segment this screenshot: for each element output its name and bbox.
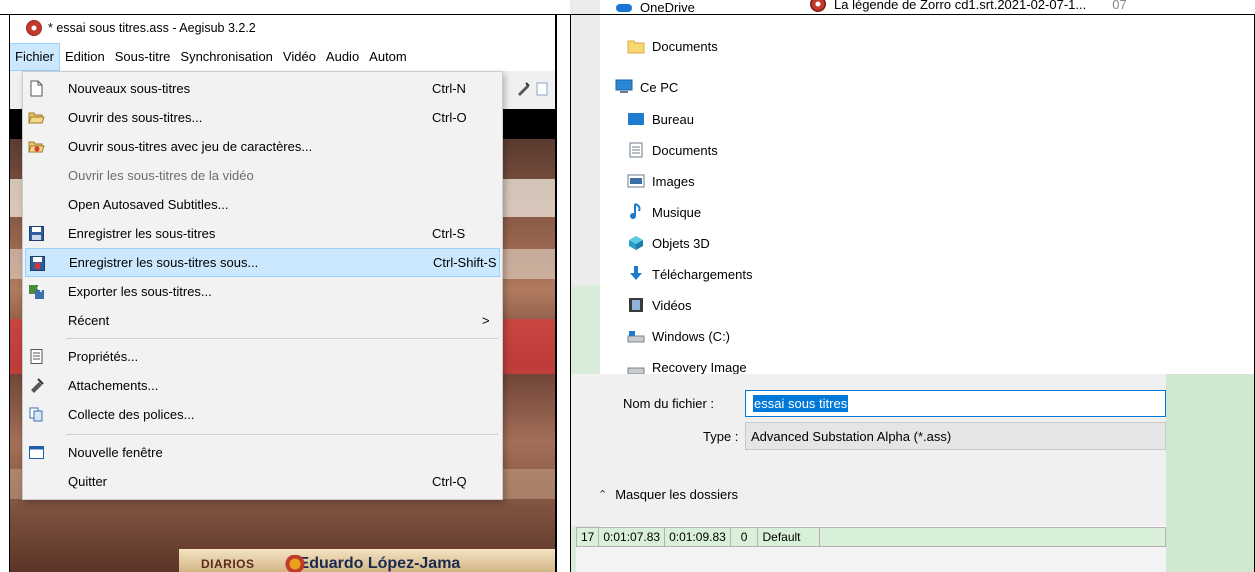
menu-item-enregistrer[interactable]: Enregistrer les sous-titres Ctrl-S: [25, 219, 500, 248]
grid-cell-number: 17: [577, 528, 600, 546]
open-folder-icon: [28, 112, 45, 124]
menu-fichier[interactable]: Fichier: [9, 43, 61, 71]
file-name: La légende de Zorro cd1.srt.2021-02-07-1…: [834, 0, 1087, 12]
fonts-collector-icon: [29, 407, 43, 422]
filename-label: Nom du fichier :: [623, 396, 715, 411]
hide-folders-toggle[interactable]: ⌃ Masquer les dossiers: [598, 487, 738, 502]
file-menu-dropdown: Nouveaux sous-titres Ctrl-N Ouvrir des s…: [22, 71, 503, 500]
cloud-icon: [616, 4, 632, 12]
attachment-icon: [31, 378, 44, 393]
save-as-icon: [30, 256, 45, 271]
aegisub-screenshot: * essai sous titres.ass - Aegisub 3.2.2 …: [0, 0, 555, 572]
save-dialog-screenshot: OneDrive Documents Ce PC Bureau Document…: [570, 0, 1255, 572]
filename-value: essai sous titres: [753, 395, 849, 412]
computer-icon: [615, 79, 633, 93]
menu-item-proprietes[interactable]: Propriétés...: [25, 342, 500, 371]
menu-edition[interactable]: Edition: [60, 43, 110, 71]
menu-item-nouvelle-fenetre[interactable]: Nouvelle fenêtre: [25, 438, 500, 467]
file-date: 07: [1112, 0, 1127, 12]
chevron-up-icon: ⌃: [598, 489, 608, 501]
window-title: * essai sous titres.ass - Aegisub 3.2.2: [48, 21, 256, 35]
grid-cell-end: 0:01:09.83: [665, 528, 731, 546]
menu-item-recent[interactable]: Récent >: [25, 306, 500, 335]
file-type-select[interactable]: Advanced Substation Alpha (*.ass): [745, 422, 1166, 450]
menubar: Fichier Edition Sous-titre Synchronisati…: [9, 43, 555, 71]
nav-item-objets-3d[interactable]: Objets 3D: [600, 228, 786, 258]
nav-item-onedrive[interactable]: OneDrive: [600, 0, 786, 22]
menu-synchronisation[interactable]: Synchronisation: [175, 43, 278, 71]
menu-audio[interactable]: Audio: [321, 43, 364, 71]
menu-sous-titre[interactable]: Sous-titre: [110, 43, 176, 71]
menu-separator: [66, 434, 498, 435]
menu-item-attachements[interactable]: Attachements...: [25, 371, 500, 400]
nav-item-videos[interactable]: Vidéos: [600, 290, 786, 320]
folder-icon: [627, 40, 645, 54]
banner-name: Eduardo López-Jama: [298, 555, 461, 572]
nav-item-recovery-image[interactable]: Recovery Image: [600, 352, 786, 374]
type-label: Type :: [703, 429, 739, 444]
save-icon: [29, 226, 44, 241]
nav-item-telechargements[interactable]: Téléchargements: [600, 259, 786, 289]
banner-brand: DIARIOS: [201, 557, 255, 571]
nav-item-ce-pc[interactable]: Ce PC: [600, 72, 786, 102]
aegisub-file-icon: [810, 0, 826, 12]
new-window-icon: [29, 446, 44, 459]
properties-icon: [30, 349, 43, 364]
menu-automatisation[interactable]: Autom: [364, 43, 412, 71]
filename-input[interactable]: essai sous titres: [745, 390, 1166, 417]
menu-separator: [66, 338, 498, 339]
grid-cell-style: Default: [758, 528, 821, 546]
menu-video[interactable]: Vidéo: [278, 43, 321, 71]
grid-cell-start: 0:01:07.83: [599, 528, 666, 546]
nav-item-documents[interactable]: Documents: [600, 135, 786, 165]
open-charset-icon: [28, 141, 45, 153]
menu-item-nouveaux-sous-titres[interactable]: Nouveaux sous-titres Ctrl-N: [25, 74, 500, 103]
documents-icon: [629, 142, 643, 158]
objects-3d-icon: [629, 236, 643, 250]
videos-icon: [629, 298, 643, 312]
grid-cell-layer: 0: [731, 528, 759, 546]
download-icon: [630, 266, 642, 280]
save-dialog-bottom-panel: Nom du fichier : essai sous titres Type …: [570, 374, 1166, 526]
nav-item-documents-onedrive[interactable]: Documents: [600, 31, 786, 61]
drive-icon: [627, 331, 645, 343]
submenu-arrow-icon: >: [482, 313, 490, 328]
file-type-value: Advanced Substation Alpha (*.ass): [751, 428, 952, 444]
menu-item-exporter[interactable]: Exporter les sous-titres...: [25, 277, 500, 306]
hide-folders-label: Masquer les dossiers: [615, 487, 739, 502]
nav-item-bureau[interactable]: Bureau: [600, 104, 786, 134]
menu-item-enregistrer-sous[interactable]: Enregistrer les sous-titres sous... Ctrl…: [25, 248, 500, 277]
images-icon: [627, 174, 645, 188]
toolbar-partial-icon[interactable]: [535, 81, 551, 97]
nav-item-musique[interactable]: Musique: [600, 197, 786, 227]
nav-item-images[interactable]: Images: [600, 166, 786, 196]
nav-item-windows-c[interactable]: Windows (C:): [600, 321, 786, 351]
attachment-icon[interactable]: [515, 81, 531, 97]
music-icon: [630, 203, 641, 219]
banner-logo-icon: [284, 555, 306, 572]
menu-item-quitter[interactable]: Quitter Ctrl-Q: [25, 467, 500, 496]
drive-icon: [627, 367, 645, 374]
file-list: La légende de Zorro cd1.srt.2021-02-07-1…: [786, 0, 1255, 374]
menu-item-ouvrir-avec-charset[interactable]: Ouvrir sous-titres avec jeu de caractère…: [25, 132, 500, 161]
aegisub-app-icon: [26, 20, 42, 36]
navigation-pane: OneDrive Documents Ce PC Bureau Document…: [600, 0, 786, 374]
menu-item-collecte-polices[interactable]: Collecte des polices...: [25, 400, 500, 429]
menu-item-open-autosaved[interactable]: Open Autosaved Subtitles...: [25, 190, 500, 219]
aegisub-titlebar: * essai sous titres.ass - Aegisub 3.2.2: [9, 14, 555, 42]
menu-item-ouvrir-sous-titres[interactable]: Ouvrir des sous-titres... Ctrl-O: [25, 103, 500, 132]
video-caption-banner: DIARIOS Eduardo López-Jama: [179, 549, 555, 572]
subtitle-grid-row[interactable]: 17 0:01:07.83 0:01:09.83 0 Default: [576, 527, 1166, 547]
new-document-icon: [30, 80, 43, 97]
desktop-icon: [628, 113, 644, 125]
export-icon: [29, 285, 44, 299]
menu-item-ouvrir-de-la-video: Ouvrir les sous-titres de la vidéo: [68, 168, 254, 183]
